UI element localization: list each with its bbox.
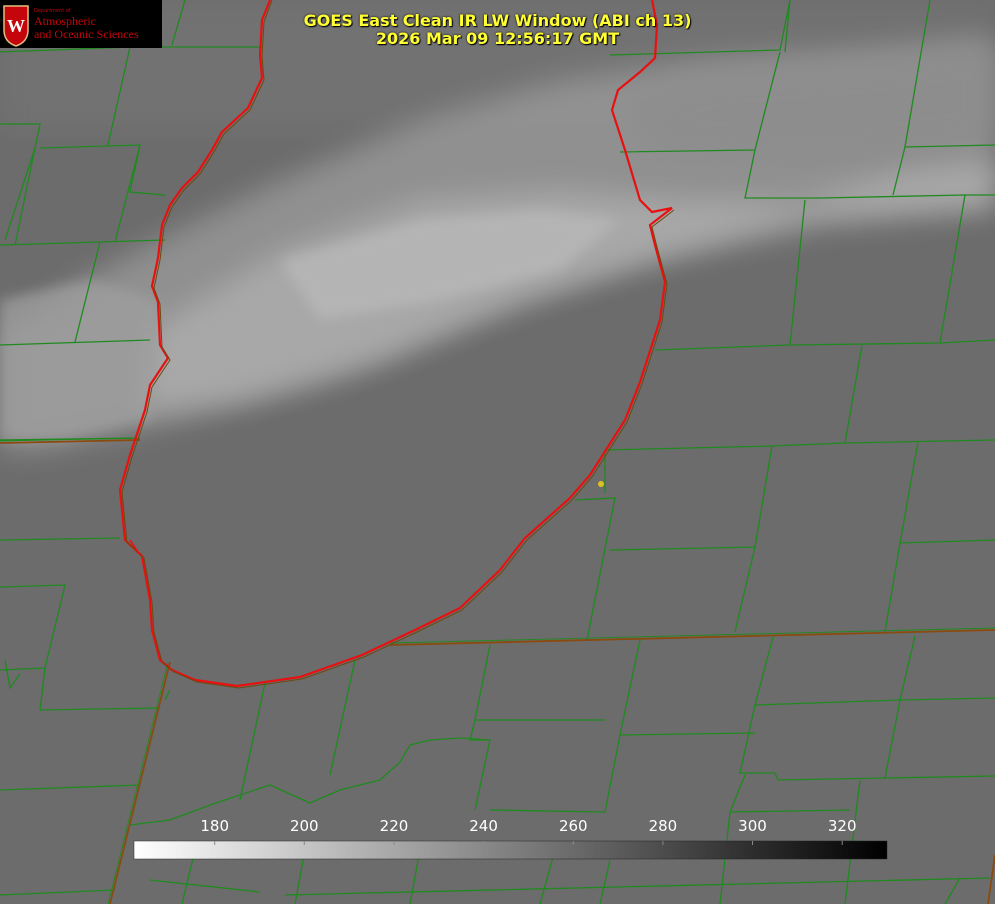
colorbar-tick-label: 220 xyxy=(380,817,409,835)
image-title: GOES East Clean IR LW Window (ABI ch 13)… xyxy=(250,12,745,48)
uw-crest-icon: W xyxy=(3,5,29,47)
satellite-image-viewer: 180 200 220 240 260 280 300 320 W Department of… xyxy=(0,0,995,904)
crest-letter: W xyxy=(7,16,25,36)
logo-line2: and Oceanic Sciences xyxy=(34,27,139,41)
location-marker xyxy=(598,481,604,487)
colorbar-tick-label: 200 xyxy=(290,817,319,835)
colorbar-tick-label: 320 xyxy=(828,817,857,835)
ir-satellite-map: 180 200 220 240 260 280 300 320 xyxy=(0,0,995,904)
uw-aos-logo: W Department of Atmospheric and Oceanic … xyxy=(0,0,162,48)
colorbar-gradient xyxy=(133,840,888,860)
colorbar-tick-label: 240 xyxy=(469,817,498,835)
colorbar-tick-label: 280 xyxy=(649,817,678,835)
colorbar-tick-label: 260 xyxy=(559,817,588,835)
colorbar-tick-label: 180 xyxy=(200,817,229,835)
title-product: GOES East Clean IR LW Window (ABI ch 13) xyxy=(303,11,692,30)
colorbar-tick-label: 300 xyxy=(738,817,767,835)
title-timestamp: 2026 Mar 09 12:56:17 GMT xyxy=(375,29,620,48)
